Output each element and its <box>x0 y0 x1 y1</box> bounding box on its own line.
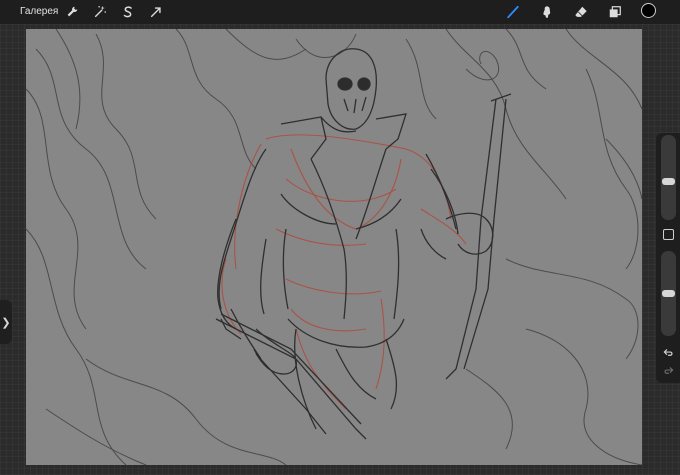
brush-size-slider-thumb[interactable] <box>662 177 675 185</box>
transform-arrow-icon[interactable] <box>147 3 165 21</box>
opacity-slider[interactable] <box>661 251 676 336</box>
gallery-button[interactable]: Галерея <box>20 5 58 19</box>
brush-size-slider[interactable] <box>661 135 676 220</box>
eyedropper-modify-button[interactable] <box>663 229 674 240</box>
sidebar-toggle-button[interactable]: ❯ <box>0 300 12 344</box>
selection-s-icon[interactable] <box>119 3 137 21</box>
brush-icon[interactable] <box>504 3 522 21</box>
sketch-artwork <box>26 29 642 465</box>
magic-wand-icon[interactable] <box>91 3 109 21</box>
redo-button[interactable] <box>660 363 676 377</box>
eraser-icon[interactable] <box>572 3 590 21</box>
undo-button[interactable] <box>660 345 676 359</box>
chevron-right-icon: ❯ <box>1 316 11 329</box>
top-toolbar: Галерея <box>0 0 680 24</box>
smudge-icon[interactable] <box>538 3 556 21</box>
undo-icon <box>663 348 673 356</box>
wrench-icon[interactable] <box>63 3 81 21</box>
drawing-canvas[interactable] <box>26 29 642 465</box>
layers-icon[interactable] <box>606 3 624 21</box>
color-picker-button[interactable] <box>641 3 656 18</box>
redo-icon <box>663 366 673 374</box>
opacity-slider-thumb[interactable] <box>662 290 675 297</box>
right-side-panel <box>656 133 680 383</box>
